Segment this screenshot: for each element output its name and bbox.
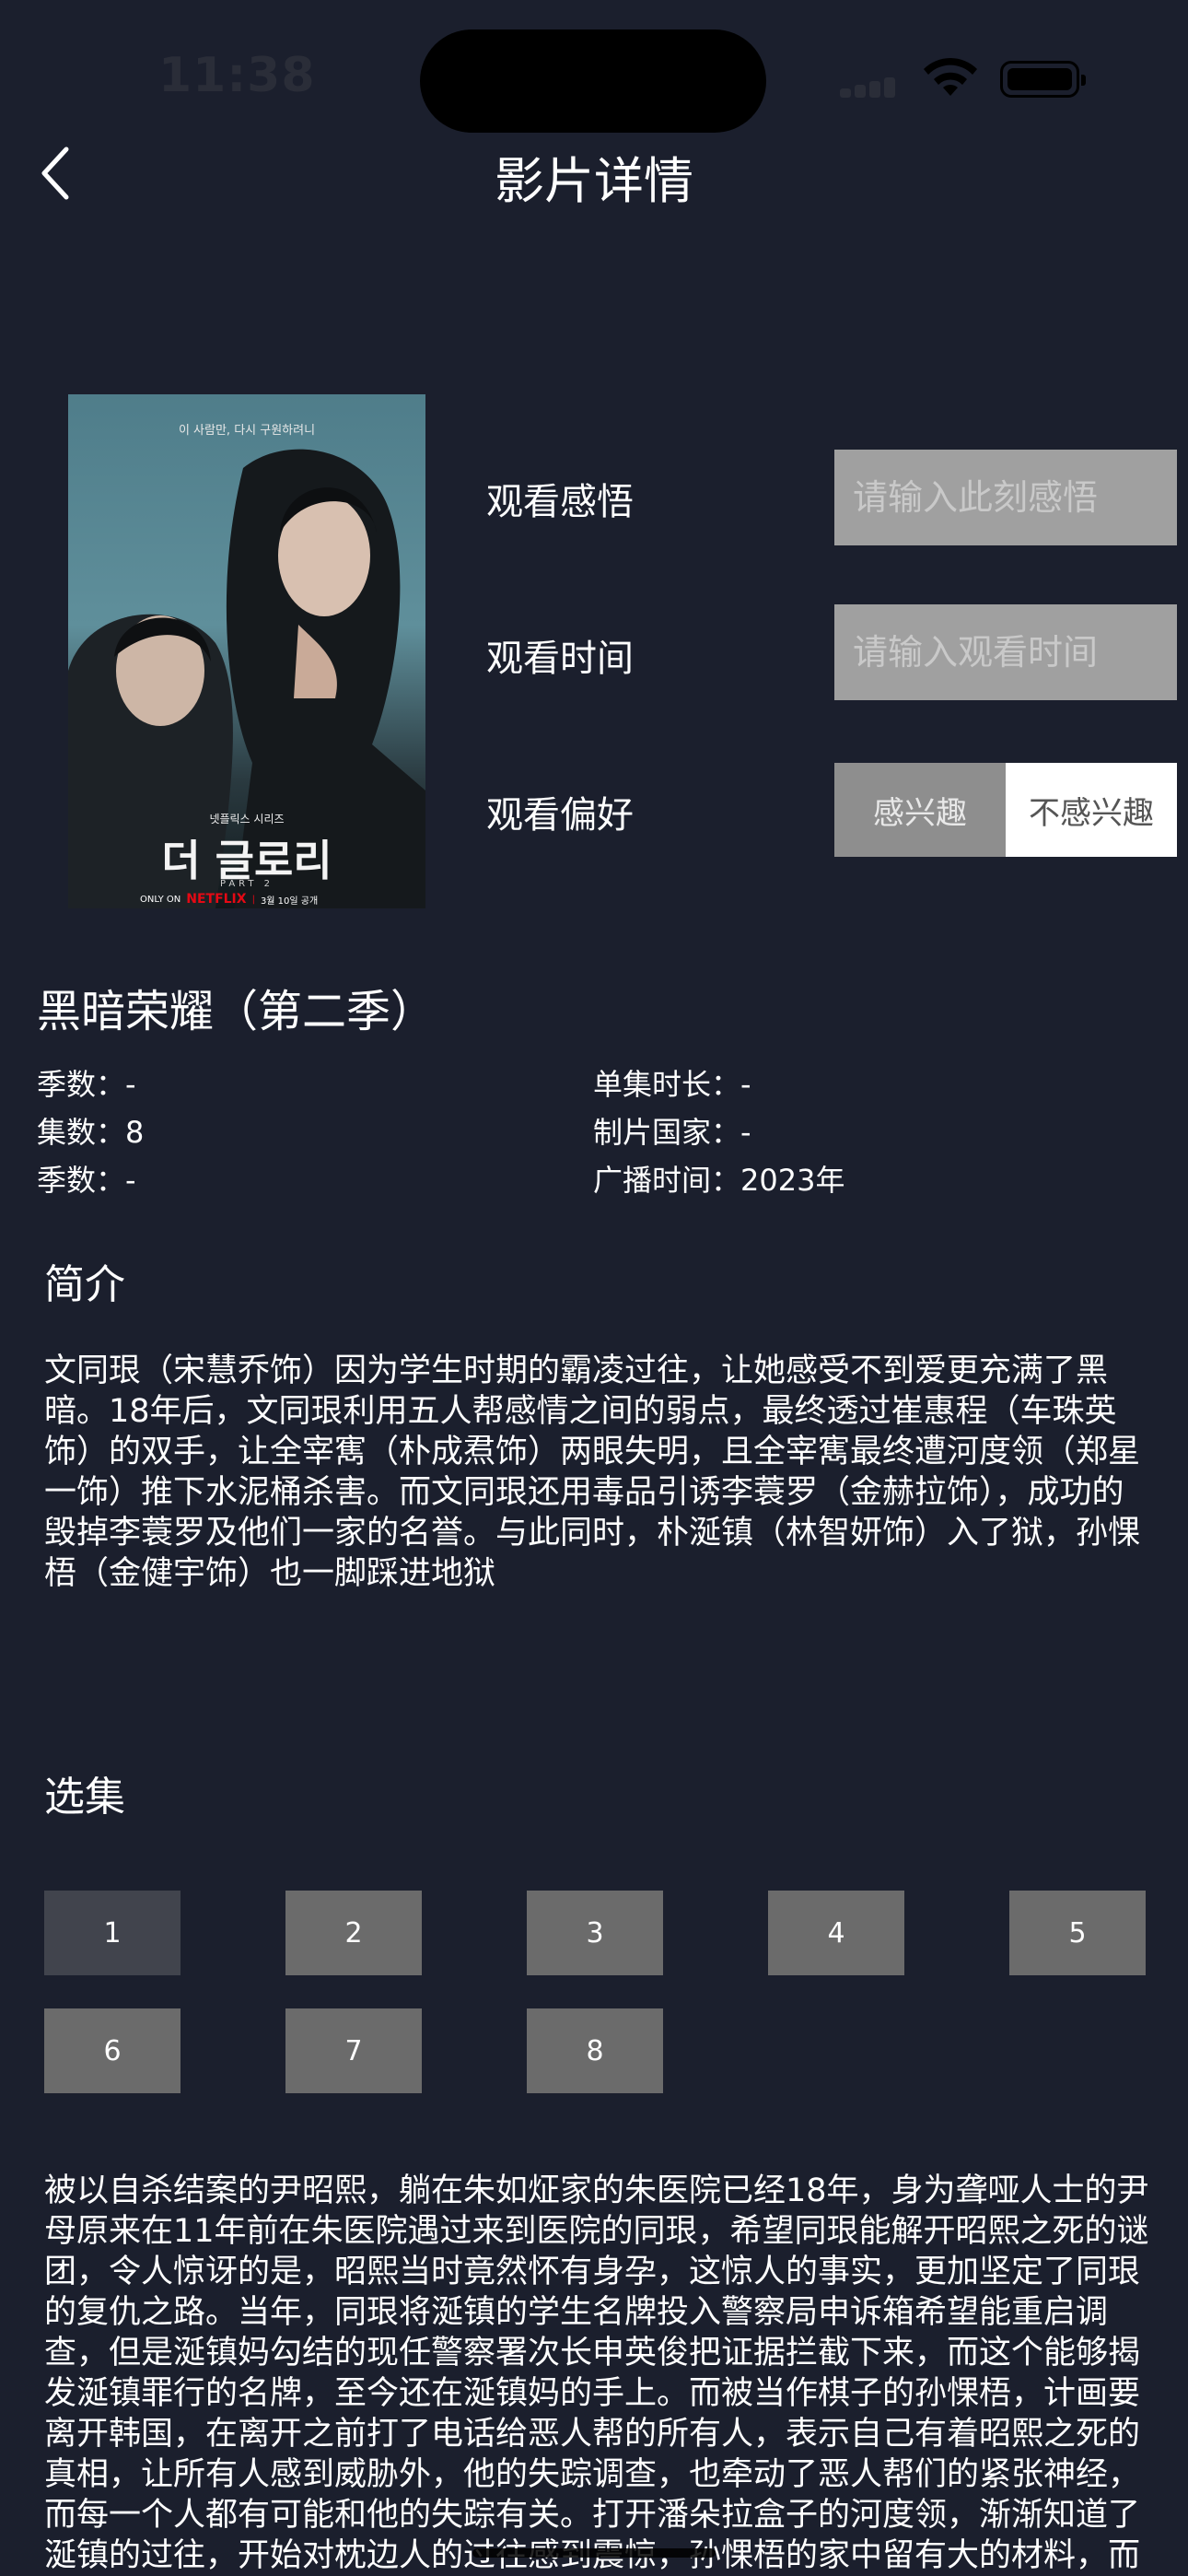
wifi-icon [924, 57, 977, 96]
info-episode-length: 单集时长：- [593, 1067, 751, 1102]
dynamic-island [420, 29, 766, 133]
poster-only-on: ONLY ON [140, 894, 181, 905]
movie-poster: 이 사람만, 다시 구원하려니 넷플릭스 시리즈 더 글로리 PART 2 ON… [68, 394, 425, 908]
netflix-logo: NETFLIX [186, 892, 247, 907]
info-broadcast: 广播时间：2023年 [593, 1163, 845, 1198]
info-country: 制片国家：- [593, 1115, 751, 1150]
poster-series-label: 넷플릭스 시리즈 [209, 813, 285, 825]
episode-button-7[interactable]: 7 [285, 2008, 422, 2093]
battery-icon [1000, 61, 1086, 98]
poster-footer: ONLY ON NETFLIX | 3월 10일 공개 [140, 892, 319, 907]
episodes-heading: 选集 [44, 1774, 125, 1821]
status-time: 11:38 [158, 48, 316, 103]
page-title: 影片详情 [495, 152, 693, 210]
thoughts-label: 观看感悟 [486, 481, 634, 523]
cellular-signal-icon [840, 72, 899, 98]
preference-toggle[interactable]: 感兴趣 不感兴趣 [834, 763, 1177, 857]
episode-summary-text: 被以自杀结案的尹昭熙，躺在朱如炡家的朱医院已经18年，身为聋哑人士的尹母原来在1… [44, 2172, 1149, 2574]
episode-button-2[interactable]: 2 [285, 1891, 422, 1975]
preference-not-interested-option[interactable]: 不感兴趣 [1006, 763, 1177, 857]
movie-title: 黑暗荣耀（第二季） [37, 986, 436, 1037]
poster-release: 3월 10일 공개 [260, 896, 319, 907]
preference-label: 观看偏好 [486, 794, 634, 837]
synopsis-text: 文同珢（宋慧乔饰）因为学生时期的霸凌过往，让她感受不到爱更充满了黑暗。18年后，… [44, 1352, 1141, 1592]
episode-button-4[interactable]: 4 [768, 1891, 904, 1975]
poster-part: PART 2 [219, 879, 274, 889]
episode-button-1[interactable]: 1 [44, 1891, 181, 1975]
preference-interested-option[interactable]: 感兴趣 [834, 763, 1006, 857]
episode-button-8[interactable]: 8 [527, 2008, 663, 2093]
home-indicator[interactable] [472, 2548, 716, 2558]
poster-tagline: 이 사람만, 다시 구원하려니 [178, 424, 316, 438]
watch-time-label: 观看时间 [486, 638, 634, 680]
watch-time-input[interactable] [834, 604, 1177, 700]
synopsis-heading: 简介 [44, 1261, 125, 1308]
info-season-2: 季数：- [37, 1163, 136, 1198]
info-episodes: 集数：8 [37, 1115, 145, 1150]
info-season: 季数：- [37, 1067, 136, 1102]
episode-button-6[interactable]: 6 [44, 2008, 181, 2093]
episode-button-3[interactable]: 3 [527, 1891, 663, 1975]
episode-button-5[interactable]: 5 [1009, 1891, 1146, 1975]
thoughts-input[interactable] [834, 450, 1177, 545]
